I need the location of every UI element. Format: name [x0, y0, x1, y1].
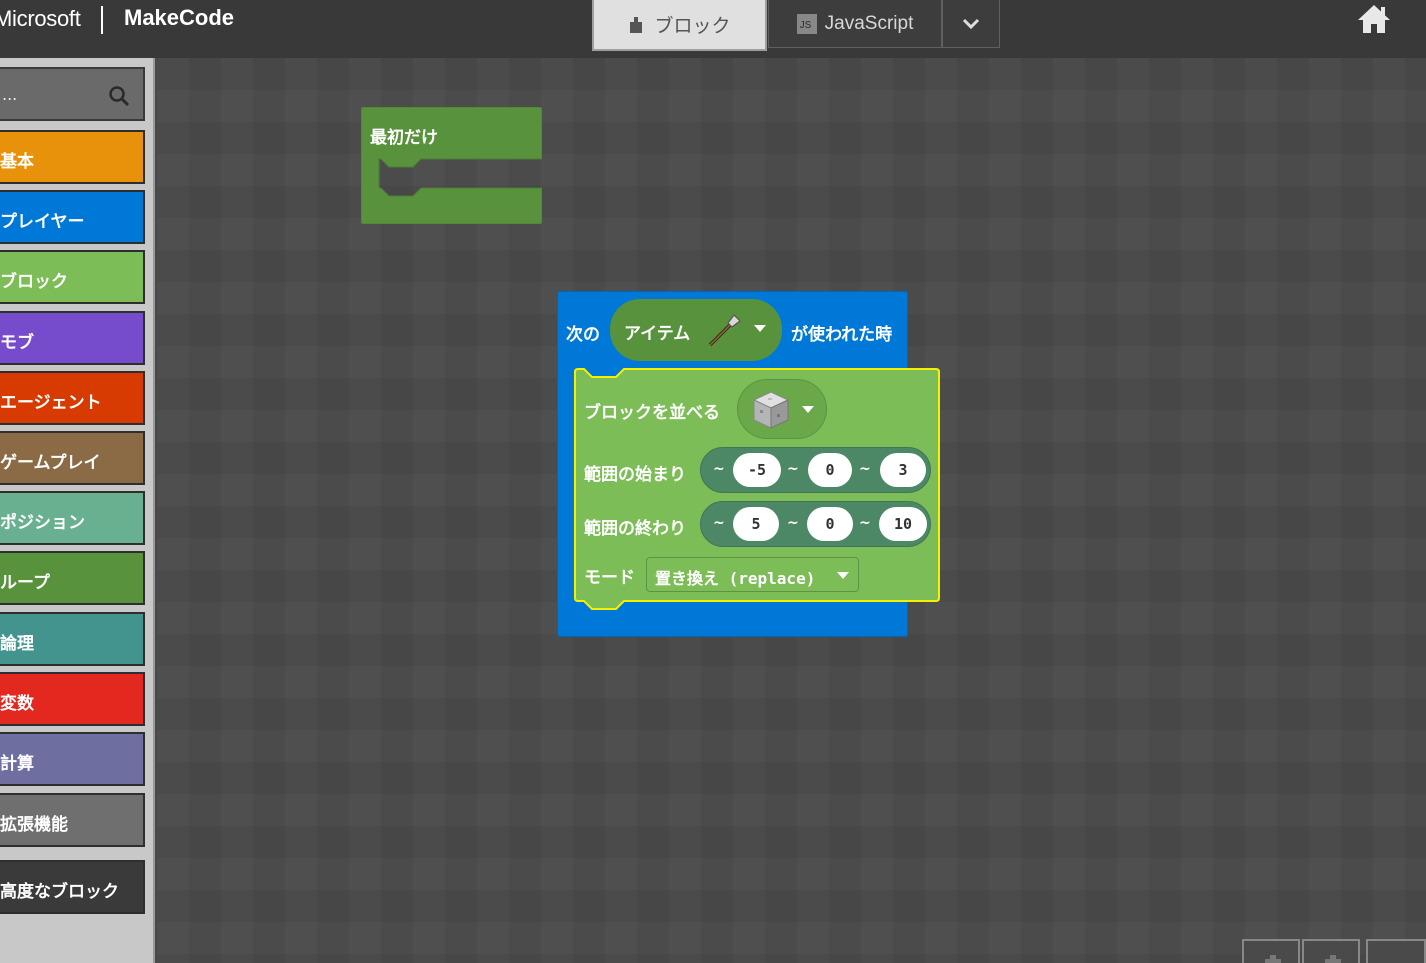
from-y-input[interactable]: 0: [808, 453, 852, 487]
category-agent[interactable]: エージェント: [0, 371, 145, 425]
category-blocks[interactable]: ブロック: [0, 250, 145, 304]
brand-divider: [101, 6, 103, 34]
item-used-suffix-label: が使われた時: [791, 325, 893, 345]
shovel-icon: [708, 314, 741, 347]
to-label: 範囲の終わり: [584, 519, 686, 539]
microsoft-logo-text[interactable]: Microsoft: [0, 6, 81, 32]
tab-blocks[interactable]: ブロック: [592, 0, 767, 51]
on-start-label: 最初だけ: [370, 128, 438, 148]
to-position-field[interactable]: ~ 5 ~ 0 ~ 10: [700, 501, 931, 547]
category-player[interactable]: プレイヤー: [0, 190, 145, 244]
undo-button[interactable]: [1242, 939, 1300, 963]
to-y-input[interactable]: 0: [807, 507, 853, 541]
from-label: 範囲の始まり: [584, 465, 686, 485]
from-z-input[interactable]: 3: [880, 453, 926, 487]
item-picker-label: アイテム: [624, 324, 691, 344]
tab-javascript[interactable]: JS JavaScript: [768, 0, 942, 48]
category-variables[interactable]: 変数: [0, 672, 145, 726]
search-input[interactable]: ...: [2, 85, 17, 104]
tab-blocks-label: ブロック: [654, 15, 731, 37]
toolbox: ... 基本 プレイヤー ブロック モブ エージェント ゲームプレイ ポジション…: [0, 58, 155, 963]
on-start-block[interactable]: 最初だけ: [361, 107, 542, 224]
category-advanced[interactable]: 高度なブロック: [0, 860, 145, 914]
top-bar: Microsoft MakeCode ブロック JS JavaScript: [0, 0, 1426, 58]
app-title[interactable]: MakeCode: [124, 5, 234, 31]
puzzle-icon: [630, 16, 643, 33]
undo-icon: [1265, 955, 1281, 963]
editor-mode-dropdown[interactable]: [942, 0, 1000, 48]
category-basic[interactable]: 基本: [0, 130, 145, 184]
category-positions[interactable]: ポジション: [0, 491, 145, 545]
dropdown-arrow-icon: [802, 406, 814, 413]
to-x-input[interactable]: 5: [733, 507, 779, 541]
redo-button[interactable]: [1302, 939, 1360, 963]
chevron-down-icon: [962, 18, 980, 29]
dropdown-arrow-icon: [754, 325, 766, 332]
search-icon[interactable]: [108, 85, 130, 107]
to-z-input[interactable]: 10: [879, 507, 927, 541]
tab-javascript-label: JavaScript: [824, 12, 914, 34]
from-x-input[interactable]: -5: [733, 453, 781, 487]
mode-label: モード: [584, 568, 635, 588]
mode-value: 置き換え (replace): [655, 569, 816, 588]
zoom-button[interactable]: [1366, 939, 1426, 963]
category-extensions[interactable]: 拡張機能: [0, 793, 145, 847]
stone-block-icon: [752, 391, 790, 429]
dropdown-arrow-icon: [837, 572, 849, 579]
from-position-field[interactable]: ~ -5 ~ 0 ~ 3: [700, 447, 931, 493]
category-logic[interactable]: 論理: [0, 612, 145, 666]
home-icon[interactable]: [1356, 3, 1392, 35]
js-icon: JS: [796, 13, 817, 34]
category-mobs[interactable]: モブ: [0, 311, 145, 365]
redo-icon: [1325, 955, 1341, 963]
mode-dropdown[interactable]: 置き換え (replace): [646, 557, 859, 592]
fill-blocks-block[interactable]: ブロックを並べる 範囲の始まり ~ -5 ~ 0 ~ 3 範囲の終わり ~ 5 …: [574, 368, 940, 612]
block-picker-dropdown[interactable]: [737, 379, 827, 439]
item-used-prefix-label: 次の: [566, 325, 600, 345]
category-math[interactable]: 計算: [0, 732, 145, 786]
item-picker-dropdown[interactable]: アイテム: [610, 299, 782, 361]
fill-block-label: ブロックを並べる: [584, 403, 720, 423]
category-loops[interactable]: ループ: [0, 551, 145, 605]
search-box[interactable]: ...: [0, 67, 145, 121]
category-gameplay[interactable]: ゲームプレイ: [0, 431, 145, 485]
